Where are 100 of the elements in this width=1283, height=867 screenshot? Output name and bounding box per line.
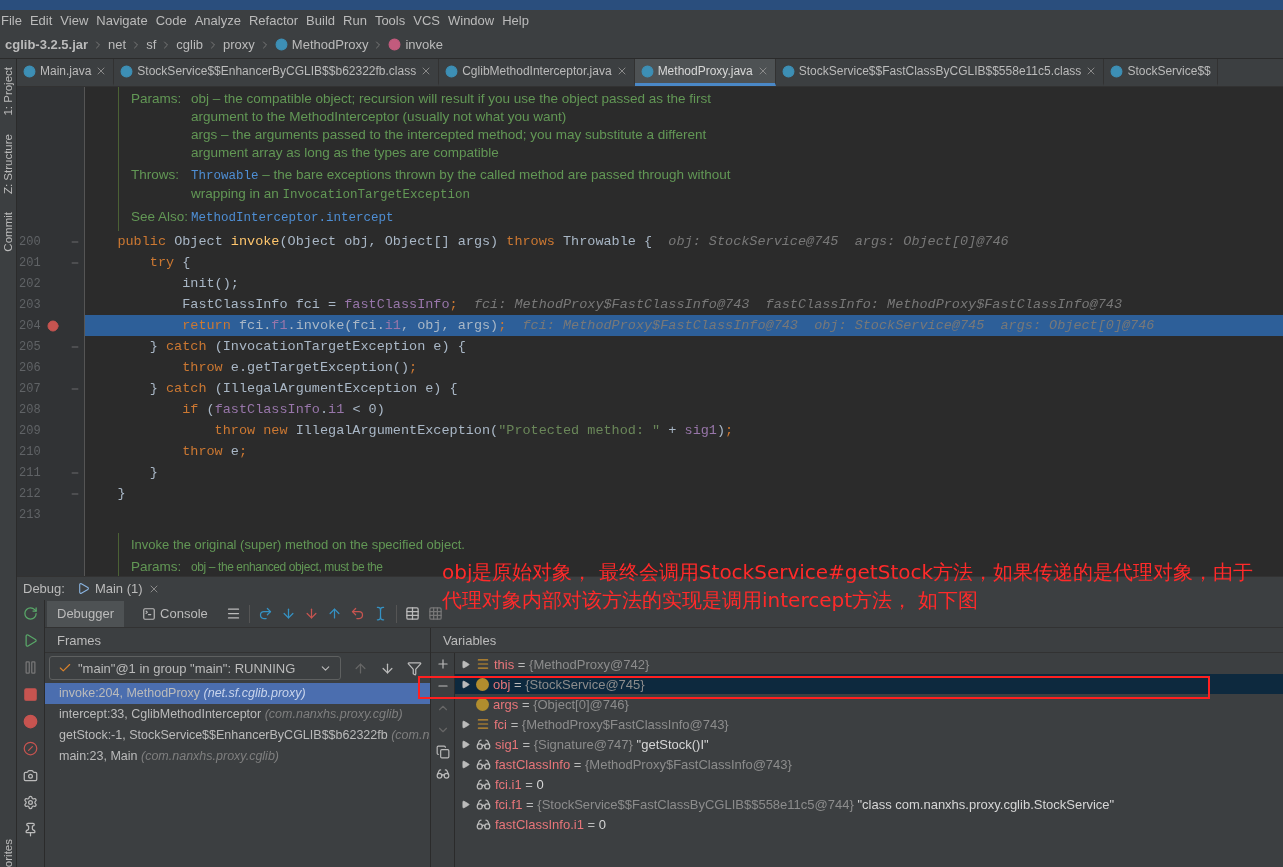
variable-row[interactable]: args = {Object[0]@746} [455, 694, 1283, 714]
tool-window-label[interactable]: 1: Project [2, 67, 14, 116]
tool-window-label[interactable]: Z: Structure [2, 133, 14, 194]
grid-icon[interactable] [427, 606, 443, 621]
variable-row[interactable]: fci.f1 = {StockService$$FastClassByCGLIB$$558e11c5@744} "class com.nanxhs.proxy.cglib.StockService" [455, 794, 1283, 814]
doc-label: Params: [131, 558, 183, 576]
force-step-into-icon[interactable] [303, 606, 319, 621]
code-line: } catch (IllegalArgumentException e) { [148, 380, 459, 398]
menu-item[interactable]: File [0, 13, 28, 28]
menu-item[interactable]: Edit [28, 13, 59, 28]
next-frame-icon[interactable] [380, 660, 395, 676]
stack-frame[interactable]: intercept:33, CglibMethodInterceptor (com.nanxhs.proxy.cglib) [45, 704, 430, 725]
breadcrumb-item[interactable]: invoke [405, 37, 443, 52]
menu-item[interactable]: Analyze [193, 13, 247, 28]
doc-text: argument to the MethodInterceptor (usually not what you want) [191, 108, 568, 126]
code-line: } [116, 485, 127, 503]
debug-tab[interactable]: Debugger [47, 600, 125, 627]
breakpoint-icon[interactable] [47, 319, 60, 332]
menu-item[interactable]: Window [446, 13, 501, 28]
mute-breakpoints-icon[interactable] [23, 741, 38, 756]
code-line: throw e.getTargetException(); [181, 359, 419, 377]
menu-item[interactable]: Navigate [95, 13, 154, 28]
breadcrumb-item[interactable]: net [108, 37, 127, 52]
code-line: throw e; [181, 443, 249, 461]
variable-row[interactable]: fastClassInfo = {MethodProxy$FastClassInfo@743} [455, 754, 1283, 774]
rerun-icon[interactable] [23, 606, 38, 621]
doc-text: MethodInterceptor.intercept [191, 210, 395, 227]
editor-tab[interactable]: CglibMethodInterceptor.java [439, 59, 635, 86]
tool-window-label[interactable]: orites [2, 838, 14, 867]
stack-frame[interactable]: invoke:204, MethodProxy (net.sf.cglib.proxy) [45, 683, 430, 704]
doc-label: Throws: [131, 166, 180, 184]
class-icon [640, 64, 654, 78]
add-icon[interactable] [435, 657, 450, 671]
evaluate-icon[interactable] [404, 606, 420, 621]
doc-text: Throwable – the bare exceptions thrown by the called method are passed through without [191, 166, 731, 185]
step-over-icon[interactable] [257, 606, 273, 621]
camera-icon[interactable] [23, 768, 38, 783]
previous-frame-icon[interactable] [353, 660, 368, 676]
breadcrumb-item[interactable]: sf [146, 37, 157, 52]
tool-window-label[interactable]: Commit [2, 211, 14, 252]
breadcrumb-item[interactable]: cglib-3.2.5.jar [5, 37, 89, 52]
variable-text: args = {Object[0]@746} [493, 696, 629, 712]
editor-tab[interactable]: StockService$$FastClassByCGLIB$$558e11c5.class [775, 59, 1105, 86]
variable-row[interactable]: obj = {StockService@745} [455, 674, 1283, 694]
variable-row[interactable]: fci.i1 = 0 [455, 774, 1283, 794]
editor-tab[interactable]: StockService$$ [1104, 59, 1218, 86]
stop-icon[interactable] [23, 687, 38, 702]
menu-item[interactable]: Build [305, 13, 341, 28]
editor-tab[interactable]: StockService$$EnhancerByCGLIB$$b62322fb.class [114, 59, 440, 86]
field-icon [476, 717, 490, 731]
menu-item[interactable]: Help [501, 13, 535, 28]
step-out-icon[interactable] [326, 606, 342, 621]
settings-icon[interactable] [23, 795, 38, 810]
variable-row[interactable]: this = {MethodProxy@742} [455, 654, 1283, 674]
menu-item[interactable]: View [59, 13, 95, 28]
variable-row[interactable]: sig1 = {Signature@747} "getStock()I" [455, 734, 1283, 754]
class-icon [781, 64, 795, 78]
breadcrumb-item[interactable]: proxy [223, 37, 255, 52]
watches-icon[interactable] [435, 767, 450, 781]
breakpoints-icon[interactable] [23, 714, 38, 729]
breadcrumb-item[interactable]: cglib [176, 37, 204, 52]
class-icon [120, 64, 134, 78]
editor-tab[interactable]: MethodProxy.java [634, 59, 776, 86]
step-into-icon[interactable] [280, 606, 296, 621]
class-icon [274, 38, 288, 51]
variable-text: fci.f1 = {StockService$$FastClassByCGLIB$$558e11c5@744} "class com.nanxhs.proxy.cglib.StockService" [495, 796, 1115, 812]
code-line: try { [148, 254, 192, 272]
editor-tab[interactable]: Main.java [17, 59, 115, 86]
code-line: FastClassInfo fci = fastClassInfo; fci: MethodProxy$FastClassInfo@743 fastClassInfo: MethodProxy$FastClassInfo@743 [181, 296, 1123, 314]
drop-frame-icon[interactable] [349, 606, 365, 621]
variable-row[interactable]: fci = {MethodProxy$FastClassInfo@743} [455, 714, 1283, 734]
variable-text: fci.i1 = 0 [495, 776, 544, 792]
run-config-icon [76, 582, 90, 595]
field-icon [476, 657, 490, 671]
variable-row[interactable]: fastClassInfo.i1 = 0 [455, 814, 1283, 834]
variable-text: fastClassInfo.i1 = 0 [495, 816, 606, 832]
menu-item[interactable]: Run [342, 13, 373, 28]
thread-dropdown[interactable]: "main"@1 in group "main": RUNNING [49, 656, 341, 680]
copy-icon[interactable] [435, 745, 450, 759]
menu-item[interactable]: Refactor [247, 13, 305, 28]
session-tab[interactable]: Main (1) [94, 581, 143, 596]
pin-icon[interactable] [23, 822, 38, 837]
menu-item[interactable]: VCS [412, 13, 446, 28]
stack-frame[interactable]: getStock:-1, StockService$$EnhancerByCGLIB$$b62322fb (com.n [45, 725, 430, 746]
resume-icon[interactable] [23, 633, 38, 648]
filter-icon[interactable] [407, 660, 422, 676]
menu-icon[interactable] [225, 606, 241, 621]
check-icon [58, 661, 72, 675]
debug-label: Debug: [23, 581, 65, 596]
menu-item[interactable]: Code [154, 13, 193, 28]
variable-text: fci = {MethodProxy$FastClassInfo@743} [494, 716, 729, 732]
expand-icon[interactable] [460, 799, 470, 809]
stack-frame[interactable]: main:23, Main (com.nanxhs.proxy.cglib) [45, 746, 430, 767]
breadcrumb-item[interactable]: MethodProxy [291, 37, 369, 52]
method-icon [388, 38, 402, 51]
panel-title: Frames [57, 632, 102, 648]
debug-tab[interactable]: Console [132, 600, 218, 627]
menu-item[interactable]: Tools [373, 13, 412, 28]
pause-icon[interactable] [23, 660, 38, 675]
variable-text: this = {MethodProxy@742} [494, 656, 650, 672]
